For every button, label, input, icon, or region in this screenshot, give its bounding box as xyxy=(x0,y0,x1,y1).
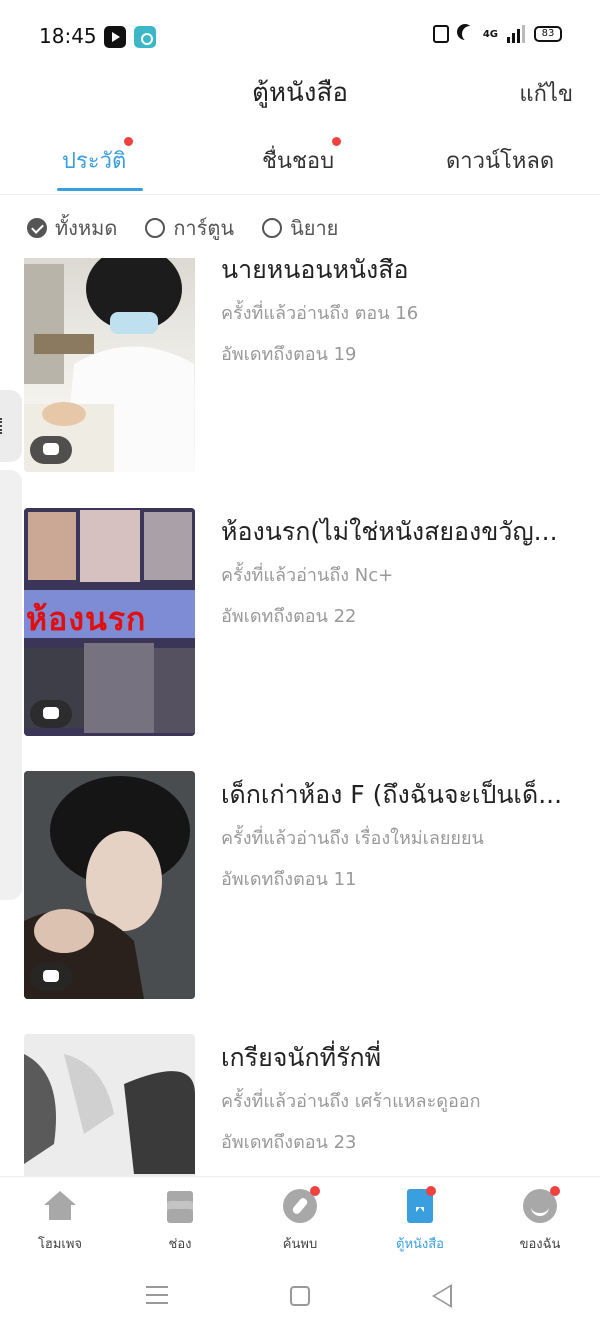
book-item[interactable]: เกรียจนักที่รักพี่ ครั้งที่แล้วอ่านถึง เ… xyxy=(0,1034,600,1176)
cover-title-text: ห้องนรก xyxy=(26,600,147,638)
nav-bookshelf[interactable]: ตู้หนังสือ xyxy=(375,1186,465,1254)
app-notification-icon xyxy=(134,26,156,48)
check-circle-icon xyxy=(27,218,47,238)
comment-icon xyxy=(30,963,72,991)
edit-button[interactable]: แก้ไข xyxy=(519,76,573,111)
tab-history-dot xyxy=(124,137,134,146)
vibrate-icon xyxy=(432,25,449,43)
tab-history-label: ประวัติ xyxy=(62,149,127,174)
home-icon xyxy=(43,1189,77,1223)
moon-icon xyxy=(462,26,478,42)
layers-icon xyxy=(163,1189,197,1223)
drag-handle-icon xyxy=(0,418,4,434)
book-item[interactable]: ห้องนรก ห้องนรก(ไม่ใช่หนังสยองขวัญ... คร… xyxy=(0,508,600,738)
book-title: นายหนอนหนังสือ xyxy=(221,258,409,284)
tab-downloads[interactable]: ดาวน์โหลด xyxy=(446,143,554,178)
book-last-read: ครั้งที่แล้วอ่านถึง Nc+ xyxy=(221,565,394,586)
edge-panel xyxy=(0,470,22,900)
radio-circle-icon xyxy=(145,218,166,238)
nav-channels[interactable]: ช่อง xyxy=(135,1189,225,1254)
filter-comics[interactable]: การ์ตูน xyxy=(145,212,234,244)
profile-icon xyxy=(523,1186,560,1223)
nav-home[interactable]: โฮมเพจ xyxy=(15,1189,105,1254)
page-title: ตู้หนังสือ xyxy=(252,78,348,108)
book-last-read: ครั้งที่แล้วอ่านถึง เรื่องใหม่เลยยยน xyxy=(221,828,484,849)
book-cover xyxy=(24,1034,195,1176)
nav-discover-dot xyxy=(310,1186,320,1196)
bottom-navigation: โฮมเพจ ช่อง ค้นพบ ตู้หนังสือ ของฉัน xyxy=(0,1176,600,1262)
nav-home-label: โฮมเพจ xyxy=(37,1237,83,1252)
book-title: ห้องนรก(ไม่ใช่หนังสยองขวัญ... xyxy=(221,517,558,546)
cover-illustration xyxy=(24,1034,195,1176)
filter-all[interactable]: ทั้งหมด xyxy=(27,212,117,244)
nav-discover[interactable]: ค้นพบ xyxy=(255,1186,345,1254)
book-updated: อัพเดทถึงตอน 19 xyxy=(221,344,357,365)
filter-comics-label: การ์ตูน xyxy=(173,216,235,240)
radio-circle-icon xyxy=(262,218,283,238)
tab-favorites[interactable]: ชื่นชอบ xyxy=(262,137,342,178)
comment-icon xyxy=(30,436,72,464)
book-cover xyxy=(24,771,195,999)
battery-icon: 83 xyxy=(534,26,562,42)
recent-apps-icon[interactable] xyxy=(146,1286,168,1304)
book-title: เกรียจนักที่รักพี่ xyxy=(221,1043,382,1072)
nav-profile-label: ของฉัน xyxy=(519,1237,561,1252)
back-icon[interactable] xyxy=(432,1284,452,1308)
nav-profile-dot xyxy=(550,1186,560,1196)
status-indicators: 4G 83 xyxy=(432,25,562,43)
book-item[interactable]: นายหนอนหนังสือ ครั้งที่แล้วอ่านถึง ตอน 1… xyxy=(0,258,600,488)
filter-group: ทั้งหมด การ์ตูน นิยาย xyxy=(27,212,338,244)
tab-bar: ประวัติ ชื่นชอบ ดาวน์โหลด xyxy=(0,135,600,195)
book-last-read: ครั้งที่แล้วอ่านถึง ตอน 16 xyxy=(221,303,419,324)
nav-discover-label: ค้นพบ xyxy=(282,1237,318,1252)
nav-bookshelf-dot xyxy=(426,1186,436,1196)
book-cover: ห้องนรก xyxy=(24,508,195,736)
bookshelf-icon xyxy=(407,1186,436,1223)
home-button-icon[interactable] xyxy=(290,1286,310,1306)
tab-favorites-dot xyxy=(332,137,342,146)
tab-history[interactable]: ประวัติ xyxy=(62,137,134,178)
system-navigation-bar xyxy=(0,1262,600,1333)
nav-bookshelf-label: ตู้หนังสือ xyxy=(396,1237,444,1252)
comment-icon xyxy=(30,700,72,728)
filter-novels-label: นิยาย xyxy=(290,216,339,240)
signal-icon xyxy=(507,25,525,43)
book-item[interactable]: เด็กเก่าห้อง F (ถึงฉันจะเป็นเด็... ครั้ง… xyxy=(0,771,600,1001)
filter-novels[interactable]: นิยาย xyxy=(262,212,338,244)
video-app-icon xyxy=(104,26,126,48)
nav-channels-label: ช่อง xyxy=(168,1237,192,1252)
book-updated: อัพเดทถึงตอน 23 xyxy=(221,1132,357,1153)
tab-downloads-label: ดาวน์โหลด xyxy=(446,149,555,174)
book-list[interactable]: นายหนอนหนังสือ ครั้งที่แล้วอ่านถึง ตอน 1… xyxy=(0,258,600,1176)
compass-icon xyxy=(283,1186,320,1223)
tab-favorites-label: ชื่นชอบ xyxy=(262,149,335,174)
edge-panel-handle[interactable] xyxy=(0,390,22,462)
book-title: เด็กเก่าห้อง F (ถึงฉันจะเป็นเด็... xyxy=(221,780,563,809)
status-time: 18:45 xyxy=(39,24,97,48)
nav-profile[interactable]: ของฉัน xyxy=(495,1186,585,1254)
active-tab-indicator xyxy=(57,188,143,191)
book-cover xyxy=(24,258,195,472)
book-updated: อัพเดทถึงตอน 11 xyxy=(221,869,357,890)
filter-all-label: ทั้งหมด xyxy=(55,216,118,240)
book-last-read: ครั้งที่แล้วอ่านถึง เศร้าแหละดูออก xyxy=(221,1091,481,1112)
book-updated: อัพเดทถึงตอน 22 xyxy=(221,606,357,627)
network-type: 4G xyxy=(482,28,498,40)
status-bar: 18:45 4G 83 xyxy=(0,0,600,72)
